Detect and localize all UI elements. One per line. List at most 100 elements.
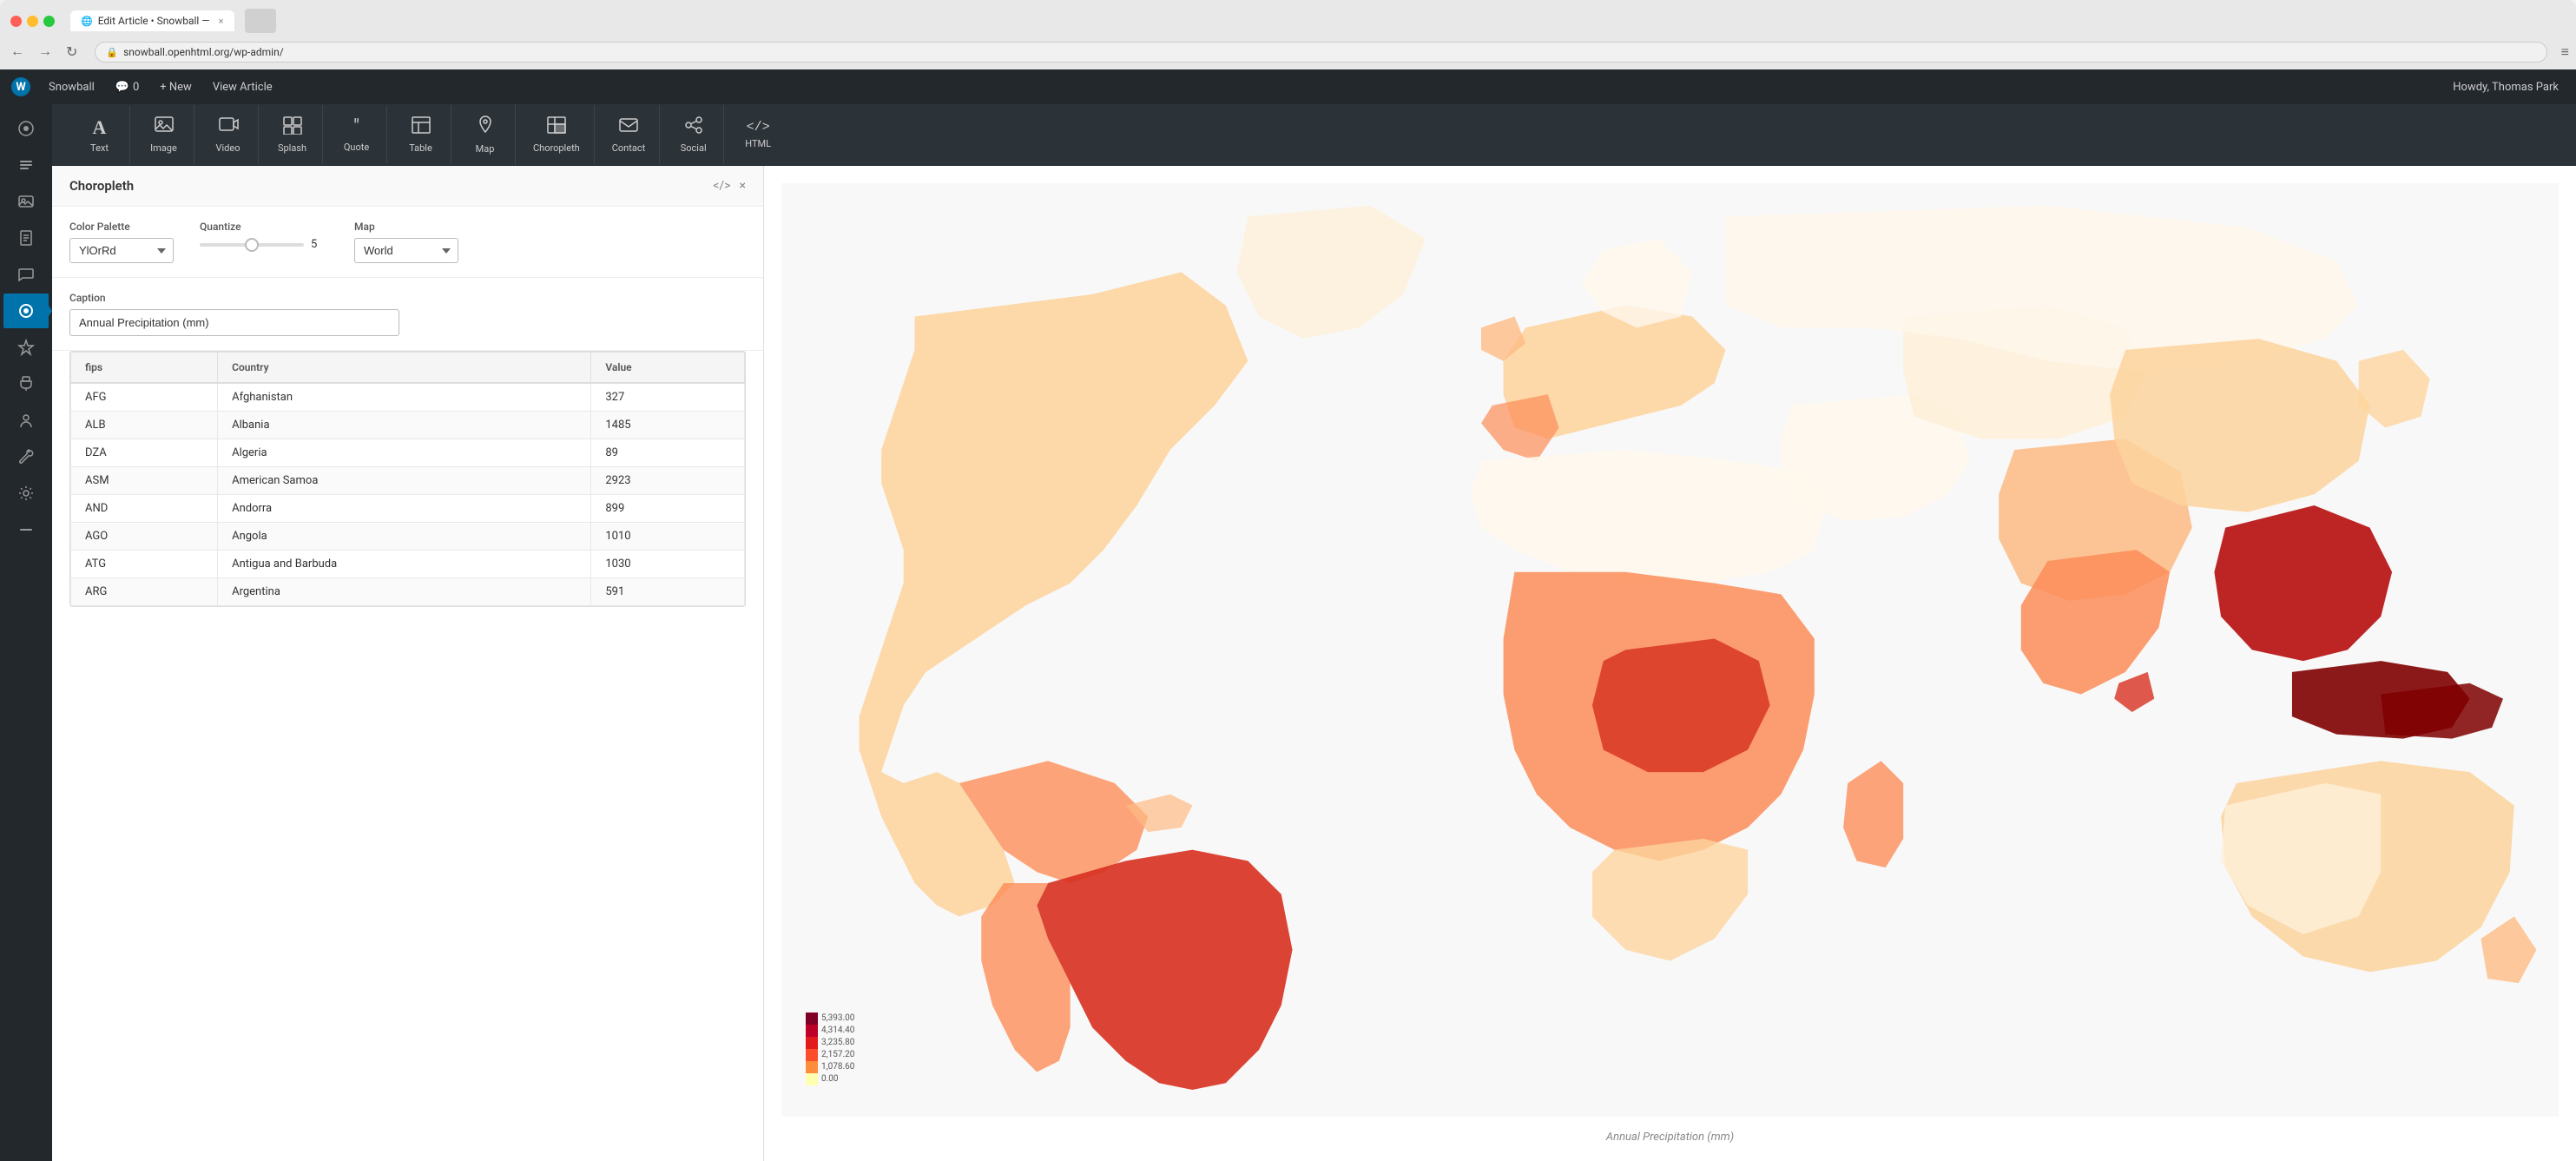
sidebar-item-media[interactable] bbox=[3, 184, 49, 219]
color-palette-select[interactable]: YlOrRd Blues Greens Reds Purples bbox=[69, 238, 174, 263]
cell-fips: ASM bbox=[71, 467, 218, 495]
choropleth-button-label: Choropleth bbox=[533, 142, 580, 154]
toolbar-choropleth-button[interactable]: Choropleth bbox=[519, 105, 595, 164]
quantize-slider-thumb[interactable] bbox=[245, 238, 259, 252]
panel-close-button[interactable]: × bbox=[740, 179, 746, 193]
tab-close-button[interactable]: × bbox=[219, 16, 224, 27]
cell-value: 1485 bbox=[591, 412, 745, 439]
url-text: snowball.openhtml.org/wp-admin/ bbox=[123, 46, 284, 58]
tab-favicon: 🌐 bbox=[81, 16, 93, 27]
toolbar-social-button[interactable]: Social bbox=[663, 105, 724, 164]
refresh-button[interactable]: ↻ bbox=[63, 42, 81, 63]
toolbar-text-button[interactable]: A Text bbox=[69, 106, 130, 164]
caption-group: Caption bbox=[69, 292, 746, 336]
back-button[interactable]: ← bbox=[7, 43, 28, 62]
panel-header: Choropleth </> × bbox=[52, 166, 763, 207]
admin-bar-comments[interactable]: 💬 0 bbox=[107, 69, 148, 104]
cell-country: Albania bbox=[218, 412, 591, 439]
form-caption-section: Caption bbox=[52, 278, 763, 351]
sidebar-item-dashboard[interactable] bbox=[3, 111, 49, 146]
col-fips: fips bbox=[71, 353, 218, 384]
color-palette-label: Color Palette bbox=[69, 221, 174, 233]
wp-sidebar bbox=[0, 104, 52, 1161]
address-bar[interactable]: 🔒 snowball.openhtml.org/wp-admin/ bbox=[95, 42, 2546, 63]
map-icon bbox=[477, 115, 494, 140]
legend-swatch-1 bbox=[806, 1025, 818, 1037]
caption-input[interactable] bbox=[69, 309, 399, 336]
sidebar-item-collapse[interactable] bbox=[3, 512, 49, 547]
legend-label-5: 0.00 bbox=[821, 1074, 839, 1084]
wp-logo[interactable]: W bbox=[9, 75, 33, 99]
table-row: AFG Afghanistan 327 bbox=[71, 383, 745, 412]
wp-content: A Text Image Video Splash bbox=[52, 104, 2576, 1161]
new-tab-placeholder[interactable] bbox=[245, 9, 276, 33]
data-table-wrapper: fips Country Value AFG Afghanistan 327 A… bbox=[69, 351, 746, 607]
admin-bar-items: Snowball 💬 0 + New View Article bbox=[40, 69, 2444, 104]
toolbar-quote-button[interactable]: " Quote bbox=[326, 106, 387, 163]
cell-country: American Samoa bbox=[218, 467, 591, 495]
tab-label: Edit Article • Snowball — bbox=[98, 15, 210, 27]
toolbar-table-button[interactable]: Table bbox=[391, 105, 451, 164]
table-button-label: Table bbox=[409, 142, 432, 154]
quantize-value: 5 bbox=[311, 238, 328, 251]
map-container: 5,393.00 4,314.40 3,235.80 bbox=[781, 183, 2559, 1144]
toolbar-contact-button[interactable]: Contact bbox=[598, 105, 660, 164]
toolbar-splash-button[interactable]: Splash bbox=[262, 105, 323, 164]
col-value: Value bbox=[591, 353, 745, 384]
caption-label: Caption bbox=[69, 292, 746, 304]
toolbar-map-button[interactable]: Map bbox=[455, 104, 516, 165]
toolbar-html-button[interactable]: </> HTML bbox=[728, 109, 788, 160]
world-map-svg bbox=[781, 183, 2559, 1117]
video-button-label: Video bbox=[216, 142, 240, 154]
minimize-dot[interactable] bbox=[27, 16, 38, 27]
sidebar-item-tools[interactable] bbox=[3, 439, 49, 474]
choropleth-icon bbox=[546, 115, 567, 139]
quantize-slider-track[interactable] bbox=[200, 243, 304, 247]
sidebar-item-openhtml[interactable] bbox=[3, 294, 49, 328]
browser-menu-button[interactable]: ≡ bbox=[2561, 43, 2569, 61]
sidebar-item-posts[interactable] bbox=[3, 148, 49, 182]
legend-row-0: 5,393.00 bbox=[806, 1013, 854, 1025]
close-dot[interactable] bbox=[10, 16, 22, 27]
comments-icon: 💬 bbox=[115, 81, 129, 94]
browser-chrome: 🌐 Edit Article • Snowball — × ← → ↻ 🔒 sn… bbox=[0, 0, 2576, 69]
form-options-section: Color Palette YlOrRd Blues Greens Reds P… bbox=[52, 207, 763, 278]
toolbar-image-button[interactable]: Image bbox=[134, 105, 194, 164]
cell-fips: AFG bbox=[71, 383, 218, 412]
sidebar-item-plugins[interactable] bbox=[3, 366, 49, 401]
legend-swatch-5 bbox=[806, 1073, 818, 1085]
map-select[interactable]: World USA Europe bbox=[354, 238, 458, 263]
contact-icon bbox=[618, 115, 639, 139]
table-row: ALB Albania 1485 bbox=[71, 412, 745, 439]
legend-label-4: 1,078.60 bbox=[821, 1062, 854, 1072]
cell-fips: ALB bbox=[71, 412, 218, 439]
admin-bar-view-article[interactable]: View Article bbox=[204, 69, 281, 104]
sidebar-item-pages[interactable] bbox=[3, 221, 49, 255]
main-layout: A Text Image Video Splash bbox=[0, 104, 2576, 1161]
social-button-label: Social bbox=[681, 142, 707, 154]
site-name-label: Snowball bbox=[49, 81, 95, 94]
quantize-label: Quantize bbox=[200, 221, 328, 233]
table-row: AGO Angola 1010 bbox=[71, 523, 745, 551]
editor-toolbar: A Text Image Video Splash bbox=[52, 104, 2576, 166]
sidebar-item-appearance[interactable] bbox=[3, 330, 49, 365]
cell-fips: DZA bbox=[71, 439, 218, 467]
browser-tab[interactable]: 🌐 Edit Article • Snowball — × bbox=[70, 10, 234, 31]
cell-value: 2923 bbox=[591, 467, 745, 495]
map-legend: 5,393.00 4,314.40 3,235.80 bbox=[806, 1013, 854, 1085]
toolbar-video-button[interactable]: Video bbox=[198, 105, 259, 164]
sidebar-item-users[interactable] bbox=[3, 403, 49, 438]
html-icon: </> bbox=[747, 120, 770, 135]
legend-row-4: 1,078.60 bbox=[806, 1061, 854, 1073]
maximize-dot[interactable] bbox=[43, 16, 55, 27]
cell-country: Algeria bbox=[218, 439, 591, 467]
forward-button[interactable]: → bbox=[35, 43, 56, 62]
browser-nav: ← → ↻ 🔒 snowball.openhtml.org/wp-admin/ … bbox=[0, 42, 2576, 69]
admin-bar-new[interactable]: + New bbox=[151, 69, 201, 104]
cell-country: Andorra bbox=[218, 495, 591, 523]
panel-code-button[interactable]: </> bbox=[713, 179, 730, 193]
sidebar-item-settings[interactable] bbox=[3, 476, 49, 511]
legend-label-1: 4,314.40 bbox=[821, 1026, 854, 1035]
admin-bar-site-name[interactable]: Snowball bbox=[40, 69, 103, 104]
sidebar-item-comments[interactable] bbox=[3, 257, 49, 292]
